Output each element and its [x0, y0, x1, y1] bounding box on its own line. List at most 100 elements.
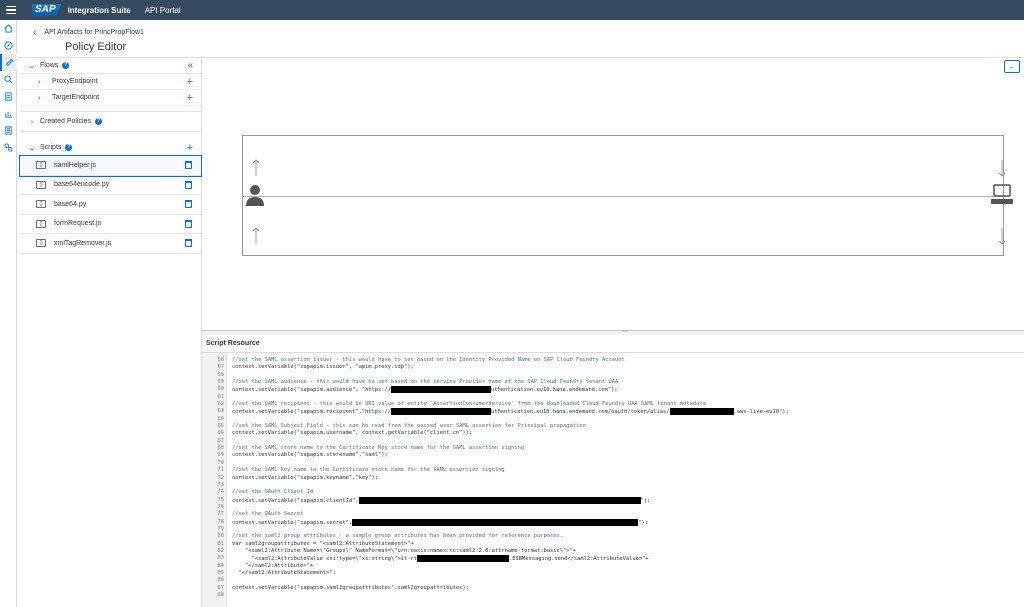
code-line[interactable]: 86 — [202, 577, 1024, 584]
code-line[interactable]: 69 context.setVariable("sapapim.storename… — [202, 452, 1024, 459]
delete-icon[interactable] — [185, 161, 192, 170]
line-number: 73 — [217, 481, 225, 488]
script-item[interactable]: {} base64encode.py — [20, 176, 201, 195]
help-icon[interactable]: ? — [62, 62, 70, 69]
code-line[interactable]: 79 — [202, 526, 1024, 533]
chevron-down-icon[interactable]: ⌄ — [26, 61, 38, 70]
code-line[interactable]: 81 var saml2groupattributes = "<saml2:Att… — [202, 541, 1024, 548]
code-segment: context.setVariable("sapapim.clientId", — [232, 497, 359, 504]
code-segment: uthentication.eu10.hana.ondemand.com/oau… — [491, 409, 670, 416]
code-segment: "<saml2:Attribute Name=\"Groups\" NameFo… — [232, 547, 577, 554]
flow-decorations — [246, 159, 1013, 245]
code-editor[interactable]: 56 //set the SAML assertion issuer - this… — [202, 352, 1024, 607]
code-line[interactable]: 62 //set the SAML recipient - this would … — [202, 401, 1024, 408]
down-arrow-icon — [998, 160, 1006, 177]
sap-logo[interactable]: SAP — [32, 4, 62, 16]
code-line[interactable]: 63 context.setVariable("sapapim.recipient… — [202, 408, 1024, 416]
flow-canvas[interactable]: ← — [202, 58, 1024, 330]
delete-icon[interactable] — [185, 219, 192, 228]
code-line[interactable]: 56 //set the SAML assertion issuer - this… — [202, 357, 1024, 364]
line-number: 57 — [217, 364, 225, 371]
help-icon[interactable]: ? — [94, 118, 102, 125]
discover-icon[interactable] — [0, 37, 17, 54]
add-script-icon[interactable]: + — [187, 140, 193, 156]
line-number: 72 — [217, 474, 225, 481]
home-icon[interactable] — [0, 20, 17, 37]
line-number: 68 — [217, 445, 225, 452]
code-line[interactable]: 78 context.setVariable("sapapim.secret", "… — [202, 518, 1024, 526]
script-item[interactable]: {} base64.py — [20, 195, 201, 215]
code-segment: //set the saml2 group attributes - a sam… — [232, 533, 564, 540]
code-line[interactable]: 84 "</saml2:Attribute>"+ — [202, 563, 1024, 570]
flows-section-header[interactable]: ⌄ Flows ? « — [20, 58, 201, 74]
design-icon[interactable] — [0, 54, 17, 71]
code-line[interactable]: 60 context.setVariable("sapapim.audience"… — [202, 386, 1024, 394]
add-icon[interactable]: + — [187, 74, 193, 90]
code-line[interactable]: 66 context.setVariable("sapapim.username"… — [202, 430, 1024, 437]
line-number: 86 — [217, 577, 225, 584]
product-area: API Portal — [144, 5, 181, 15]
configure-icon[interactable] — [0, 88, 17, 105]
code-line[interactable]: 67 — [202, 438, 1024, 445]
line-number: 59 — [217, 379, 225, 386]
code-line[interactable]: 71 //set the SAML key name to the Certifi… — [202, 467, 1024, 474]
chevron-right-icon[interactable]: › — [26, 117, 38, 126]
code-line[interactable]: 65 //set the SAML Subject Field - this ca… — [202, 423, 1024, 430]
code-line[interactable]: 68 //set the SAML store name to the Certi… — [202, 445, 1024, 452]
chevron-down-icon[interactable]: ⌄ — [26, 143, 38, 152]
chevron-right-icon[interactable]: › — [38, 93, 48, 102]
code-line[interactable]: 76 — [202, 504, 1024, 511]
line-number: 79 — [217, 525, 225, 532]
drag-handle-icon[interactable]: ⋯ — [622, 328, 628, 335]
code-line[interactable]: 88 — [202, 592, 1024, 599]
settings-icon[interactable] — [0, 139, 17, 156]
code-line[interactable]: 83 "<saml2:AttributeValue xsi:type=\"xs:… — [202, 555, 1024, 563]
script-item[interactable]: {} xmlTagRemover.js — [20, 234, 201, 254]
menu-icon[interactable] — [2, 0, 20, 20]
code-line[interactable]: 70 — [202, 460, 1024, 467]
code-line[interactable]: 75 context.setVariable("sapapim.clientId"… — [202, 496, 1024, 504]
script-item[interactable]: {} samlHelper.js — [19, 155, 202, 177]
flow-item-target-endpoint[interactable]: › TargetEndpoint + — [20, 90, 201, 106]
code-line[interactable]: 59 //set the SAML audience - this would h… — [202, 379, 1024, 386]
code-segment: //set the SAML audience - this would hav… — [232, 379, 619, 386]
left-navigation — [0, 20, 17, 607]
monitor-icon[interactable] — [0, 105, 17, 122]
delete-icon[interactable] — [185, 239, 192, 248]
code-line[interactable]: 77 //set the OAuth Secret — [202, 511, 1024, 518]
code-line[interactable]: 57 context.setVariable("sapapim.issuer", … — [202, 364, 1024, 371]
panel-splitter[interactable]: ⋯ — [202, 328, 1024, 335]
code-line[interactable]: 82 "<saml2:Attribute Name=\"Groups\" Nam… — [202, 548, 1024, 555]
code-line[interactable]: 73 — [202, 482, 1024, 489]
line-number: 80 — [217, 533, 225, 540]
script-item[interactable]: {} formRequest.js — [20, 215, 201, 234]
chevron-right-icon[interactable]: › — [38, 77, 48, 86]
scripts-section-header[interactable]: ⌄ Scripts ? + — [20, 140, 201, 156]
scripts-label: Scripts — [40, 144, 62, 151]
add-icon[interactable]: + — [187, 90, 193, 106]
flow-item-proxy-endpoint[interactable]: › ProxyEndpoint + — [20, 74, 201, 90]
analyze-icon[interactable] — [0, 122, 17, 139]
script-item-label: xmlTagRemover.js — [54, 239, 112, 247]
help-icon[interactable]: ? — [65, 144, 73, 151]
code-line[interactable]: 61 — [202, 394, 1024, 401]
code-lines[interactable]: 56 //set the SAML assertion issuer - this… — [202, 357, 1024, 599]
code-line[interactable]: 58 — [202, 372, 1024, 379]
created-policies-section-header[interactable]: › Created Policies ? — [20, 112, 201, 132]
code-line[interactable]: 80 //set the saml2 group attributes - a s… — [202, 533, 1024, 540]
code-line[interactable]: 64 — [202, 416, 1024, 423]
line-number: 81 — [217, 540, 225, 547]
code-line[interactable]: 85 "</saml2:AttributeStatement>"; — [202, 570, 1024, 577]
code-segment: context.setVariable("sapapim.saml2groupa… — [232, 584, 469, 591]
breadcrumb-label[interactable]: API Artifacts for PrincPropFlow1 — [44, 29, 144, 36]
code-line[interactable]: 74 //set the OAuth Client Id — [202, 489, 1024, 496]
script-item-label: samlHelper.js — [54, 161, 97, 169]
back-chevron-icon[interactable]: ‹ — [33, 27, 36, 38]
collapse-panel-icon[interactable]: « — [187, 60, 193, 71]
breadcrumb[interactable]: ‹ API Artifacts for PrincPropFlow1 — [33, 27, 144, 38]
code-line[interactable]: 72 context.setVariable("sapapim.keyname",… — [202, 475, 1024, 482]
code-line[interactable]: 87 context.setVariable("sapapim.saml2grou… — [202, 585, 1024, 592]
test-icon[interactable] — [0, 71, 17, 88]
delete-icon[interactable] — [185, 180, 192, 189]
delete-icon[interactable] — [185, 200, 192, 209]
